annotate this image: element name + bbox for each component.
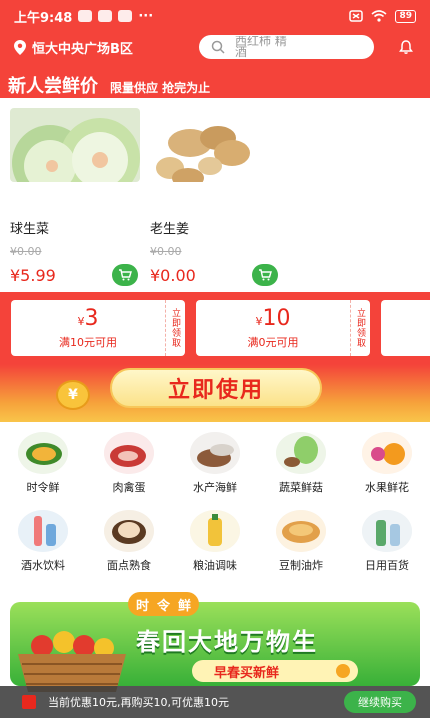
meat-icon <box>104 432 154 474</box>
banner-slogan: 春回大地万物生 <box>136 628 318 656</box>
product-name: 老生姜 <box>150 222 190 237</box>
category-label: 日用百货 <box>365 559 409 572</box>
product-price-row: ¥0.00 <box>150 264 280 286</box>
category-item[interactable]: 水产海鲜 <box>172 432 258 495</box>
category-label: 时令鲜 <box>26 481 60 494</box>
product-price: ¥5.99 <box>10 265 56 285</box>
category-label: 水产海鲜 <box>193 481 237 494</box>
search-input[interactable]: 西红柿 精酒 <box>199 35 374 59</box>
cabbage-icon <box>276 432 326 474</box>
coupon-condition: 满10元可用 <box>59 335 117 349</box>
product-price-row: ¥5.99 <box>10 264 140 286</box>
coupon-main: ¥3 满10元可用 <box>11 300 165 356</box>
weibo-app-icon <box>118 10 133 22</box>
search-icon <box>211 40 225 54</box>
product-old-price: ¥0.00 <box>10 245 42 258</box>
category-item[interactable]: 日用百货 <box>344 510 430 573</box>
bottle-icon <box>362 510 412 552</box>
arrow-right-icon <box>336 664 350 678</box>
category-label: 肉禽蛋 <box>112 481 146 494</box>
banner-tag: 时 令 鲜 <box>128 592 200 616</box>
lettuce-image <box>10 108 140 182</box>
product-old-price: ¥0.00 <box>150 245 182 258</box>
status-right: 89 <box>349 9 416 23</box>
mute-icon <box>349 10 364 22</box>
notification-button[interactable] <box>396 37 416 57</box>
coupon-amount: ¥3 <box>77 305 99 331</box>
discount-text: 当前优惠10元,再购买10,可优惠10元 <box>48 696 229 709</box>
coupon-icon <box>22 695 36 709</box>
category-item[interactable]: 水果鲜花 <box>344 432 430 495</box>
coupon-section: ¥3 满10元可用 立即领取 ¥10 满0元可用 立即领取 ¥ 立即使用 <box>0 294 430 422</box>
search-placeholder: 西红柿 精酒 <box>235 36 287 58</box>
crab-icon <box>190 432 240 474</box>
product-price: ¥0.00 <box>150 265 196 285</box>
category-label: 豆制油炸 <box>279 559 323 572</box>
drink-icon <box>18 510 68 552</box>
category-item[interactable]: 肉禽蛋 <box>86 432 172 495</box>
bell-icon <box>399 40 413 54</box>
category-item[interactable]: 时令鲜 <box>0 432 86 495</box>
banner-cta-button[interactable]: 早春买新鲜 <box>192 660 358 682</box>
category-label: 酒水饮料 <box>21 559 65 572</box>
location-pin-icon <box>14 39 26 55</box>
discount-bar: 当前优惠10元,再购买10,可优惠10元 继续购买 <box>0 686 430 718</box>
coupon-card-partial[interactable] <box>381 300 430 356</box>
category-grid: 时令鲜 肉禽蛋 水产海鲜 蔬菜鲜菇 水果鲜花 酒水饮料 面点熟食 粮油调味 豆制… <box>0 422 430 592</box>
continue-shopping-button[interactable]: 继续购买 <box>344 691 416 713</box>
status-left: 上午9:48 ··· <box>14 7 153 26</box>
header: 恒大中央广场B区 西红柿 精酒 <box>0 32 430 62</box>
wifi-icon <box>371 10 387 22</box>
oil-icon <box>190 510 240 552</box>
coupon-amount: ¥10 <box>255 305 291 331</box>
category-item[interactable]: 蔬菜鲜菇 <box>258 432 344 495</box>
cart-icon <box>119 269 132 281</box>
claim-coupon-button[interactable]: 立即领取 <box>350 300 370 356</box>
category-label: 粮油调味 <box>193 559 237 572</box>
promo-subtitle: 限量供应 抢完为止 <box>110 81 211 95</box>
location-label: 恒大中央广场B区 <box>32 41 133 57</box>
promo-title: 新人尝鲜价 <box>8 76 98 97</box>
cart-icon <box>259 269 272 281</box>
category-label: 蔬菜鲜菇 <box>279 481 323 494</box>
tiktok-app-icon <box>98 10 113 22</box>
add-to-cart-button[interactable] <box>112 264 138 286</box>
status-bar: 上午9:48 ··· 89 <box>0 0 430 32</box>
status-more-dots: ··· <box>138 8 154 24</box>
coupon-condition: 满0元可用 <box>247 335 299 349</box>
coin-icon: ¥ <box>56 380 90 410</box>
new-user-promo: 新人尝鲜价 限量供应 抢完为止 球生菜 ¥0.00 ¥5.99 老生姜 ¥0.0… <box>0 62 430 294</box>
product-item[interactable]: 球生菜 ¥0.00 ¥5.99 <box>10 108 140 286</box>
location-selector[interactable]: 恒大中央广场B区 <box>14 38 189 57</box>
status-time: 上午9:48 <box>14 10 73 26</box>
coupon-main: ¥10 满0元可用 <box>196 300 350 356</box>
tofu-icon <box>276 510 326 552</box>
fruit-icon <box>362 432 412 474</box>
battery-indicator: 89 <box>395 9 416 23</box>
category-label: 面点熟食 <box>107 559 151 572</box>
category-item[interactable]: 面点熟食 <box>86 510 172 573</box>
coupon-card[interactable]: ¥10 满0元可用 立即领取 <box>196 300 370 356</box>
message-app-icon <box>78 10 93 22</box>
coupon-card[interactable]: ¥3 满10元可用 立即领取 <box>11 300 185 356</box>
promo-header: 新人尝鲜价 限量供应 抢完为止 <box>0 62 430 98</box>
category-item[interactable]: 豆制油炸 <box>258 510 344 573</box>
ginger-image <box>150 108 280 182</box>
category-item[interactable]: 粮油调味 <box>172 510 258 573</box>
claim-coupon-button[interactable]: 立即领取 <box>165 300 185 356</box>
bun-icon <box>104 510 154 552</box>
melon-icon <box>18 432 68 474</box>
add-to-cart-button[interactable] <box>252 264 278 286</box>
use-now-button[interactable]: 立即使用 <box>110 368 322 408</box>
promo-product-card: 球生菜 ¥0.00 ¥5.99 老生姜 ¥0.00 ¥0.00 <box>0 98 430 292</box>
product-name: 球生菜 <box>10 222 50 237</box>
product-item[interactable]: 老生姜 ¥0.00 ¥0.00 <box>150 108 280 286</box>
category-label: 水果鲜花 <box>365 481 409 494</box>
category-item[interactable]: 酒水饮料 <box>0 510 86 573</box>
